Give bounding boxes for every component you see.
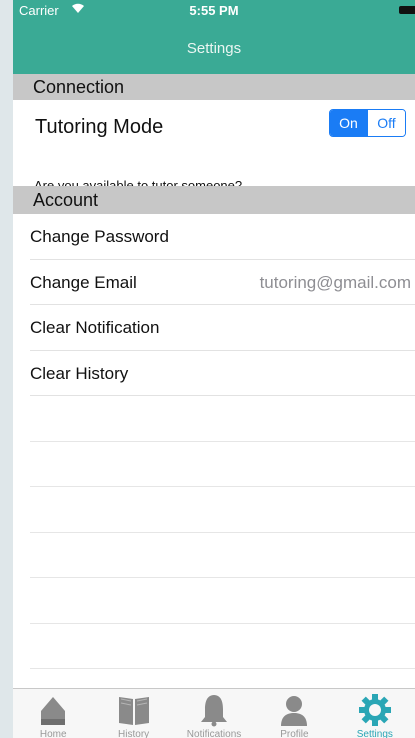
change-email-row[interactable]: Change Email tutoring@gmail.com: [30, 260, 415, 305]
section-header-connection: Connection: [13, 74, 415, 100]
tab-history[interactable]: History: [93, 689, 173, 738]
home-icon: [35, 693, 71, 727]
tab-label: Settings: [356, 729, 393, 738]
tutoring-mode-row: Tutoring Mode On Off: [13, 100, 415, 156]
section-header-account: Account: [13, 186, 415, 214]
email-value: tutoring@gmail.com: [259, 272, 411, 292]
account-settings-list: Change Password Change Email tutoring@gm…: [13, 214, 415, 715]
empty-row: [30, 442, 415, 487]
tab-bar: Home History Notifications Profile Setti…: [13, 688, 415, 738]
navigation-bar: Settings: [13, 20, 415, 74]
tab-label: Home: [39, 729, 67, 738]
tab-settings[interactable]: Settings: [335, 689, 415, 738]
tab-label: Notifications: [186, 729, 242, 738]
change-password-row[interactable]: Change Password: [30, 214, 415, 260]
tab-notifications[interactable]: Notifications: [174, 689, 254, 738]
book-icon: [116, 693, 152, 727]
tab-label: Profile: [280, 729, 309, 738]
list-item-label: Clear History: [30, 363, 129, 383]
gear-icon: [357, 693, 393, 727]
page-title: Settings: [186, 40, 242, 57]
empty-row: [30, 578, 415, 624]
empty-row: [30, 487, 415, 533]
empty-row: [30, 396, 415, 442]
left-edge-strip: [0, 0, 13, 738]
status-bar: Carrier 5:55 PM: [13, 0, 415, 20]
clear-notification-row[interactable]: Clear Notification: [30, 305, 415, 351]
tab-label: History: [118, 729, 150, 738]
list-item-label: Change Password: [30, 227, 169, 246]
tab-profile[interactable]: Profile: [254, 689, 334, 738]
tutoring-mode-label: Tutoring Mode: [35, 116, 164, 138]
tab-home[interactable]: Home: [13, 689, 93, 738]
toggle-off-segment[interactable]: Off: [368, 110, 405, 136]
person-icon: [276, 693, 312, 727]
bell-icon: [196, 693, 232, 727]
toggle-on-segment[interactable]: On: [330, 110, 368, 136]
list-item-label: Change Email: [30, 272, 137, 292]
tutoring-mode-toggle[interactable]: On Off: [329, 109, 406, 137]
battery-icon: [399, 6, 415, 14]
empty-row: [30, 624, 415, 669]
list-item-label: Clear Notification: [30, 318, 160, 337]
empty-row: [30, 533, 415, 578]
clear-history-row[interactable]: Clear History: [30, 351, 415, 396]
status-time: 5:55 PM: [189, 3, 239, 18]
